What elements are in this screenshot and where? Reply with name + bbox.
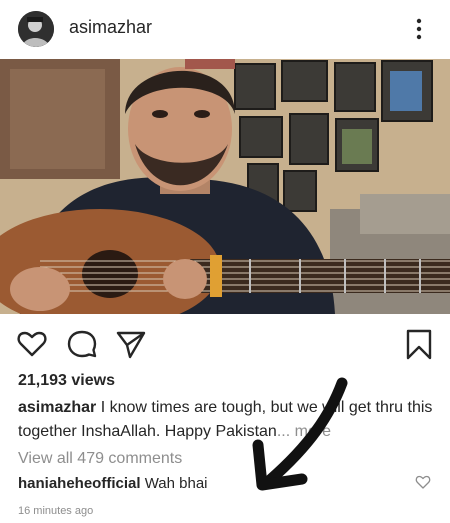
caption-username[interactable]: asimazhar [18,399,96,416]
send-icon[interactable] [115,328,147,360]
comment-heart-icon[interactable] [415,474,431,490]
heart-icon[interactable] [16,328,48,360]
post-timestamp: 16 minutes ago [18,505,94,517]
instagram-post: asimazhar 21,193 views asimazhar I know … [0,0,450,523]
post-header: asimazhar [0,0,450,58]
more-vertical-icon[interactable] [412,17,426,41]
view-count: 21,193 views [18,372,115,389]
post-username[interactable]: asimazhar [69,17,152,38]
caption-more-link[interactable]: ... more [277,423,331,440]
comment-row: haniaheheofficial Wah bhai [18,475,208,492]
view-all-comments-link[interactable]: View all 479 comments [18,450,182,468]
user-avatar-icon[interactable] [18,11,54,47]
post-caption: asimazhar I know times are tough, but we… [18,396,438,444]
comment-icon[interactable] [66,328,98,360]
comment-text: Wah bhai [140,475,208,492]
comment-username[interactable]: haniaheheofficial [18,475,141,492]
post-video[interactable] [0,59,450,314]
action-bar [0,320,450,370]
bookmark-icon[interactable] [403,328,435,360]
